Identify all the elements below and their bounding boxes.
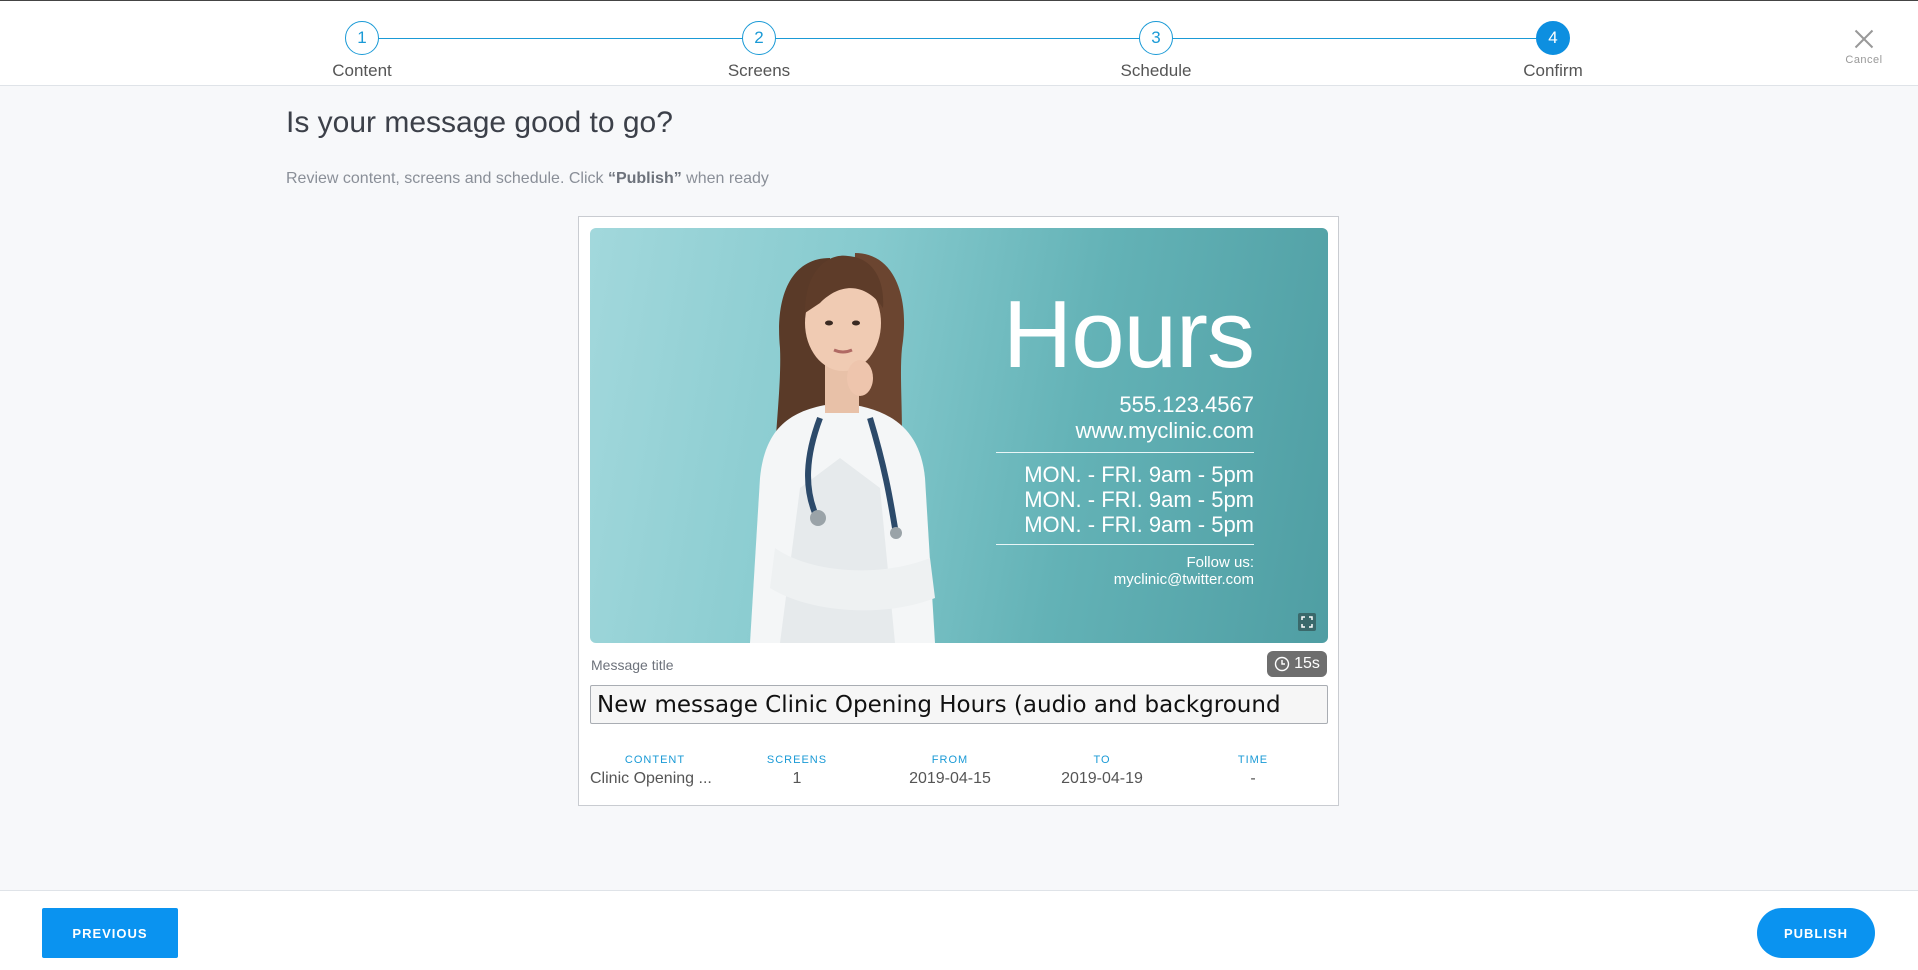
- step-number: 1: [345, 21, 379, 55]
- duration-badge: 15s: [1267, 651, 1327, 677]
- step-number: 3: [1139, 21, 1173, 55]
- summary-col-to: TO 2019-04-19: [1026, 754, 1178, 788]
- summary-header: CONTENT: [624, 754, 686, 766]
- review-card: Hours 555.123.4567 www.myclinic.com MON.…: [578, 216, 1339, 806]
- wizard-footer: PREVIOUS PUBLISH: [0, 890, 1918, 970]
- publish-button[interactable]: PUBLISH: [1757, 908, 1875, 958]
- summary-col-from: FROM 2019-04-15: [874, 754, 1026, 788]
- step-label: Confirm: [1523, 61, 1583, 80]
- wizard-header: 1 Content 2 Screens 3 Schedule 4 Confirm…: [0, 0, 1918, 86]
- promo-website: www.myclinic.com: [1075, 418, 1254, 443]
- promo-divider: [996, 452, 1254, 453]
- step-content[interactable]: 1 Content: [302, 21, 422, 81]
- step-number: 4: [1536, 21, 1570, 55]
- promo-headline: Hours: [1002, 281, 1255, 388]
- summary-value: 1: [792, 770, 802, 787]
- step-screens[interactable]: 2 Screens: [699, 21, 819, 81]
- summary-header: TIME: [1237, 754, 1269, 766]
- previous-button[interactable]: PREVIOUS: [42, 908, 178, 958]
- summary-value: 2019-04-19: [1061, 770, 1143, 787]
- doctor-image: [750, 253, 935, 643]
- summary-value: -: [1250, 770, 1256, 787]
- step-schedule[interactable]: 3 Schedule: [1096, 21, 1216, 81]
- summary-value: Clinic Opening ...: [590, 770, 712, 787]
- page-title: Is your message good to go?: [286, 106, 673, 139]
- stepper-line: [362, 38, 1554, 39]
- summary-header: TO: [1093, 754, 1111, 766]
- promo-hours-line: MON. - FRI. 9am - 5pm: [1024, 487, 1254, 512]
- content-preview: Hours 555.123.4567 www.myclinic.com MON.…: [590, 228, 1328, 643]
- close-icon: [1852, 27, 1876, 51]
- step-label: Content: [332, 61, 392, 80]
- promo-hours-line: MON. - FRI. 9am - 5pm: [1024, 512, 1254, 537]
- promo-hours-line: MON. - FRI. 9am - 5pm: [1024, 462, 1254, 487]
- summary-col-time: TIME -: [1178, 754, 1328, 788]
- promo-twitter: myclinic@twitter.com: [1113, 571, 1254, 588]
- page-subtitle: Review content, screens and schedule. Cl…: [286, 170, 769, 188]
- subtitle-text-end: when ready: [681, 170, 769, 187]
- message-title-label: Message title: [591, 657, 674, 673]
- summary-table: CONTENT Clinic Opening ... SCREENS 1 FRO…: [590, 754, 1328, 788]
- clock-icon: [1274, 656, 1290, 672]
- expand-icon[interactable]: [1298, 613, 1316, 631]
- subtitle-text: Review content, screens and schedule. Cl…: [286, 170, 608, 187]
- step-confirm[interactable]: 4 Confirm: [1493, 21, 1613, 81]
- duration-value: 15s: [1294, 655, 1320, 672]
- promo-follow-label: Follow us:: [1186, 554, 1254, 571]
- summary-header: SCREENS: [766, 754, 828, 766]
- summary-col-screens: SCREENS 1: [720, 754, 874, 788]
- cancel-label: Cancel: [1845, 54, 1883, 66]
- message-title-input[interactable]: [590, 685, 1328, 724]
- summary-header: FROM: [931, 754, 969, 766]
- step-label: Schedule: [1120, 61, 1192, 80]
- step-number: 2: [742, 21, 776, 55]
- summary-value: 2019-04-15: [909, 770, 991, 787]
- subtitle-emphasis: “Publish”: [607, 170, 682, 187]
- cancel-button[interactable]: Cancel: [1834, 27, 1894, 66]
- step-label: Screens: [727, 61, 791, 80]
- promo-divider: [996, 544, 1254, 545]
- summary-col-content: CONTENT Clinic Opening ...: [590, 754, 720, 788]
- promo-phone: 555.123.4567: [1119, 392, 1254, 417]
